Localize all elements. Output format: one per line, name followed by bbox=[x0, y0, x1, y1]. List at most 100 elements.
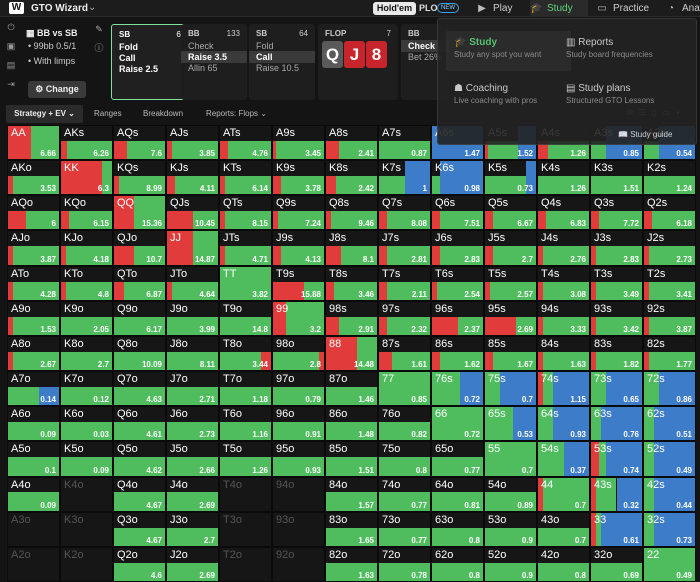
hand-cell[interactable]: 32o 0.69 bbox=[590, 546, 643, 582]
hand-cell[interactable]: 65s 0.53 bbox=[484, 406, 537, 442]
holdem-toggle[interactable]: Hold'em bbox=[373, 2, 416, 15]
hand-cell[interactable]: K4s 1.26 bbox=[537, 160, 590, 196]
hand-cell[interactable]: KTs 6.14 bbox=[219, 160, 272, 196]
seat-3[interactable]: BB 133 Check Raise 3.5 Allin 65 bbox=[181, 24, 247, 100]
tab-strategy-ev[interactable]: Strategy + EV ⌄ bbox=[6, 105, 83, 123]
hand-cell[interactable]: 93s 3.42 bbox=[590, 300, 643, 336]
hand-cell[interactable]: 22 0.49 bbox=[643, 546, 696, 582]
hand-cell[interactable]: K7o 0.12 bbox=[60, 371, 113, 407]
hand-cell[interactable]: 43o 0.7 bbox=[537, 511, 590, 547]
menu-item-study-plans[interactable]: ▤ Study plans Structured GTO Lessons bbox=[558, 77, 683, 111]
menu-item-coaching[interactable]: ☗ Coaching Live coaching with pros bbox=[446, 77, 571, 111]
hand-cell[interactable]: J3o 2.7 bbox=[166, 511, 219, 547]
hand-cell[interactable]: 87o 1.46 bbox=[325, 371, 378, 407]
hand-cell[interactable]: 92o bbox=[272, 546, 325, 582]
hand-cell[interactable]: 84o 1.57 bbox=[325, 476, 378, 512]
hand-cell[interactable]: 85s 1.67 bbox=[484, 335, 537, 372]
hand-cell[interactable]: Q4o 4.67 bbox=[113, 476, 166, 512]
hand-cell[interactable]: A7s 0.87 bbox=[378, 125, 431, 161]
hand-cell[interactable]: T9o 14.8 bbox=[219, 300, 272, 336]
hand-cell[interactable]: T4s 3.08 bbox=[537, 265, 590, 301]
hand-cell[interactable]: T8s 3.46 bbox=[325, 265, 378, 301]
hand-cell[interactable]: 73o 0.77 bbox=[378, 511, 431, 547]
hand-cell[interactable]: KK 6.3 bbox=[60, 160, 113, 196]
hand-cell[interactable]: Q2s 6.18 bbox=[643, 195, 696, 231]
hand-cell[interactable]: K7s 1 bbox=[378, 160, 431, 196]
hand-cell[interactable]: Q3o 4.67 bbox=[113, 511, 166, 547]
hand-cell[interactable]: K2o bbox=[60, 546, 113, 582]
hand-cell[interactable]: Q3s 7.72 bbox=[590, 195, 643, 231]
hand-cell[interactable]: 63o 0.8 bbox=[431, 511, 484, 547]
hand-cell[interactable]: AJo 3.87 bbox=[7, 230, 60, 266]
hand-cell[interactable]: A9s 3.45 bbox=[272, 125, 325, 161]
action-option[interactable]: Raise 10.5 bbox=[249, 62, 315, 74]
hand-cell[interactable]: 95o 0.93 bbox=[272, 441, 325, 477]
hand-cell[interactable]: 43s 0.32 bbox=[590, 476, 643, 512]
seat-4[interactable]: SB 64 Fold Call Raise 10.5 bbox=[249, 24, 315, 100]
expand-icon[interactable]: ⇥ bbox=[0, 75, 22, 94]
hand-cell[interactable]: J7o 2.71 bbox=[166, 371, 219, 407]
hand-cell[interactable]: KJs 4.11 bbox=[166, 160, 219, 196]
hand-cell[interactable]: 92s 3.87 bbox=[643, 300, 696, 336]
hand-cell[interactable]: 85o 1.51 bbox=[325, 441, 378, 477]
hand-cell[interactable]: J9s 4.13 bbox=[272, 230, 325, 266]
hand-cell[interactable]: 98s 2.91 bbox=[325, 300, 378, 336]
hand-cell[interactable]: JJ 14.87 bbox=[166, 230, 219, 266]
hand-cell[interactable]: J6o 2.73 bbox=[166, 406, 219, 442]
hand-cell[interactable]: QQ 15.36 bbox=[113, 195, 166, 231]
hand-cell[interactable]: JTo 4.64 bbox=[166, 265, 219, 301]
hand-cell[interactable]: T4o bbox=[219, 476, 272, 512]
plo-toggle[interactable]: PLO bbox=[419, 3, 438, 13]
hand-cell[interactable]: Q9o 6.17 bbox=[113, 300, 166, 336]
hand-cell[interactable]: KQo 6.15 bbox=[60, 195, 113, 231]
hand-cell[interactable]: 83s 1.82 bbox=[590, 335, 643, 372]
hand-cell[interactable]: Q7s 8.08 bbox=[378, 195, 431, 231]
hand-cell[interactable]: 55 0.7 bbox=[484, 441, 537, 477]
hand-cell[interactable]: 33 0.61 bbox=[590, 511, 643, 547]
hand-cell[interactable]: J4o 2.69 bbox=[166, 476, 219, 512]
hand-cell[interactable]: K3s 1.51 bbox=[590, 160, 643, 196]
hand-cell[interactable]: 54s 0.37 bbox=[537, 441, 590, 477]
hand-cell[interactable]: K6s 0.98 bbox=[431, 160, 484, 196]
tab-ranges[interactable]: Ranges bbox=[94, 105, 122, 123]
hand-cell[interactable]: 86o 1.48 bbox=[325, 406, 378, 442]
tab-reports[interactable]: Reports: Flops ⌄ bbox=[206, 105, 267, 123]
hand-cell[interactable]: 74o 0.77 bbox=[378, 476, 431, 512]
hand-cell[interactable]: T3s 3.49 bbox=[590, 265, 643, 301]
hand-cell[interactable]: 88 14.48 bbox=[325, 335, 378, 372]
nav-practice[interactable]: ▭ Practice bbox=[596, 0, 649, 17]
hand-cell[interactable]: T6o 1.16 bbox=[219, 406, 272, 442]
hand-cell[interactable]: AQo 6 bbox=[7, 195, 60, 231]
hand-cell[interactable]: 75o 0.8 bbox=[378, 441, 431, 477]
hand-cell[interactable]: Q6o 4.61 bbox=[113, 406, 166, 442]
hand-cell[interactable]: AA 6.66 bbox=[7, 125, 60, 161]
hand-cell[interactable]: Q8s 9.46 bbox=[325, 195, 378, 231]
hand-cell[interactable]: 97o 0.79 bbox=[272, 371, 325, 407]
hand-cell[interactable]: A7o 0.14 bbox=[7, 371, 60, 407]
hand-cell[interactable]: A2o bbox=[7, 546, 60, 582]
hand-cell[interactable]: K3o bbox=[60, 511, 113, 547]
hand-cell[interactable]: 82o 1.63 bbox=[325, 546, 378, 582]
hand-cell[interactable]: 65o 0.77 bbox=[431, 441, 484, 477]
hand-cell[interactable]: A4o 0.09 bbox=[7, 476, 60, 512]
hand-cell[interactable]: 94s 3.33 bbox=[537, 300, 590, 336]
power-icon[interactable]: ⏻ bbox=[0, 18, 22, 37]
hand-cell[interactable]: T5o 1.26 bbox=[219, 441, 272, 477]
save-icon[interactable]: ▣ bbox=[0, 37, 22, 56]
hand-cell[interactable]: T8o 3.44 bbox=[219, 335, 272, 372]
hand-cell[interactable]: 93o bbox=[272, 511, 325, 547]
hand-cell[interactable]: QJo 10.7 bbox=[113, 230, 166, 266]
hand-cell[interactable]: Q5o 4.62 bbox=[113, 441, 166, 477]
hand-cell[interactable]: K2s 1.24 bbox=[643, 160, 696, 196]
hand-cell[interactable]: 83o 1.65 bbox=[325, 511, 378, 547]
hand-cell[interactable]: K8s 2.42 bbox=[325, 160, 378, 196]
hand-cell[interactable]: 77 0.85 bbox=[378, 371, 431, 407]
hand-cell[interactable]: 96s 2.37 bbox=[431, 300, 484, 336]
hand-cell[interactable]: KJo 4.18 bbox=[60, 230, 113, 266]
hand-cell[interactable]: 84s 1.63 bbox=[537, 335, 590, 372]
hand-cell[interactable]: 42o 0.8 bbox=[537, 546, 590, 582]
info-icon[interactable]: ⓘ bbox=[92, 41, 106, 58]
hand-cell[interactable]: K6o 0.03 bbox=[60, 406, 113, 442]
hand-cell[interactable]: Q8o 10.09 bbox=[113, 335, 166, 372]
menu-item-study[interactable]: 🎓 Study Study any spot you want bbox=[446, 31, 571, 71]
